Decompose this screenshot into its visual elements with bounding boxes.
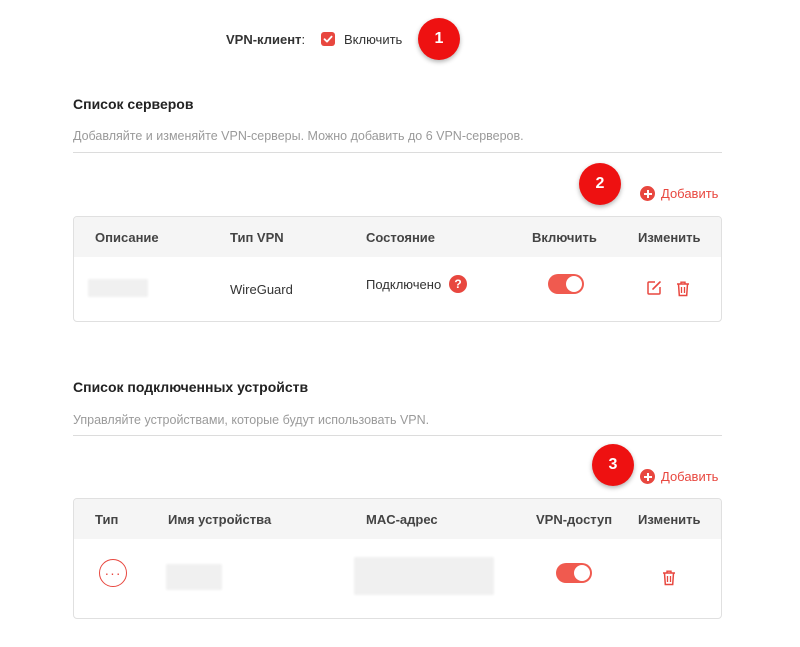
device-list-description: Управляйте устройствами, которые будут и… — [73, 413, 430, 427]
vpn-client-label-text: VPN-клиент — [226, 32, 302, 47]
column-device-name: Имя устройства — [168, 512, 272, 527]
vpn-client-label: VPN-клиент: — [226, 32, 305, 47]
column-vpn-access: VPN-доступ — [536, 512, 613, 527]
device-table: Тип Имя устройства MAC-адрес VPN-доступ … — [73, 498, 722, 619]
plus-circle-icon — [640, 469, 655, 484]
vpn-enable-label[interactable]: Включить — [344, 32, 402, 47]
mac-address-redacted — [354, 557, 494, 595]
more-icon: ··· — [99, 559, 127, 587]
device-vpn-access-toggle[interactable] — [556, 563, 592, 583]
server-list-description: Добавляйте и изменяйте VPN-серверы. Можн… — [73, 129, 524, 143]
column-description: Описание — [95, 230, 159, 245]
checkmark-icon — [323, 35, 333, 43]
vpn-enable-checkbox[interactable] — [321, 32, 335, 46]
server-status: Подключено — [366, 277, 442, 292]
add-device-label: Добавить — [661, 469, 719, 484]
trash-icon[interactable] — [674, 279, 692, 297]
trash-icon[interactable] — [660, 568, 678, 586]
server-table-header: Описание Тип VPN Состояние Включить Изме… — [74, 217, 721, 257]
column-type: Тип — [95, 512, 119, 527]
callout-badge-2: 2 — [579, 163, 621, 205]
server-table: Описание Тип VPN Состояние Включить Изме… — [73, 216, 722, 322]
column-edit: Изменить — [638, 230, 701, 245]
server-description-redacted — [88, 279, 148, 297]
add-server-label: Добавить — [661, 186, 719, 201]
table-row: ··· — [74, 539, 721, 618]
callout-badge-3: 3 — [592, 444, 634, 486]
server-enable-toggle[interactable] — [548, 274, 584, 294]
edit-icon[interactable] — [645, 279, 663, 297]
device-list-title: Список подключенных устройств — [73, 379, 309, 395]
device-table-header: Тип Имя устройства MAC-адрес VPN-доступ … — [74, 499, 721, 539]
column-enable: Включить — [532, 230, 597, 245]
column-status: Состояние — [366, 230, 436, 245]
device-list-divider — [73, 435, 722, 436]
column-mac-address: MAC-адрес — [366, 512, 438, 527]
server-list-divider — [73, 152, 722, 153]
help-icon[interactable]: ? — [449, 275, 467, 293]
column-edit: Изменить — [638, 512, 701, 527]
table-row: WireGuard Подключено ? — [74, 257, 721, 321]
vpn-client-label-colon: : — [301, 32, 306, 47]
plus-circle-icon — [640, 186, 655, 201]
column-vpn-type: Тип VPN — [230, 230, 284, 245]
device-name-redacted — [166, 564, 222, 590]
callout-badge-1: 1 — [418, 18, 460, 60]
add-server-button[interactable]: Добавить — [640, 186, 718, 201]
add-device-button[interactable]: Добавить — [640, 469, 718, 484]
server-list-title: Список серверов — [73, 96, 194, 112]
server-vpn-type: WireGuard — [230, 282, 293, 297]
